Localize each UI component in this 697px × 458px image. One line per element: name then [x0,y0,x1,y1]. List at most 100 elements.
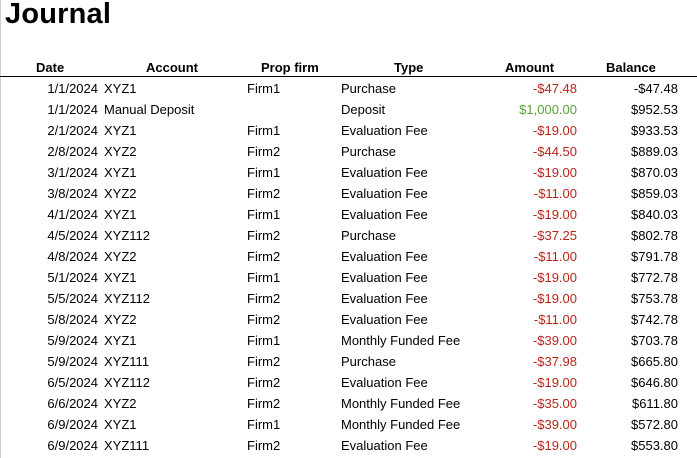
account-cell[interactable]: XYZ1 [104,270,137,285]
amount-cell[interactable]: -$39.00 [533,417,577,432]
table-row[interactable]: 4/5/2024 XYZ112 Firm2 Purchase -$37.25 $… [0,224,697,245]
amount-cell[interactable]: -$19.00 [533,207,577,222]
date-cell[interactable]: 1/1/2024 [47,81,98,96]
prop-firm-cell[interactable]: Firm1 [247,123,280,138]
amount-cell[interactable]: -$35.00 [533,396,577,411]
type-cell[interactable]: Monthly Funded Fee [341,333,460,348]
type-cell[interactable]: Evaluation Fee [341,249,428,264]
account-cell[interactable]: XYZ2 [104,312,137,327]
date-cell[interactable]: 5/9/2024 [47,354,98,369]
date-cell[interactable]: 6/6/2024 [47,396,98,411]
type-cell[interactable]: Evaluation Fee [341,270,428,285]
table-row[interactable]: 4/8/2024 XYZ2 Firm2 Evaluation Fee -$11.… [0,245,697,266]
date-cell[interactable]: 5/9/2024 [47,333,98,348]
account-cell[interactable]: XYZ1 [104,417,137,432]
prop-firm-cell[interactable]: Firm2 [247,375,280,390]
date-cell[interactable]: 2/1/2024 [47,123,98,138]
table-row[interactable]: 3/8/2024 XYZ2 Firm2 Evaluation Fee -$11.… [0,182,697,203]
date-cell[interactable]: 6/9/2024 [47,438,98,453]
type-cell[interactable]: Evaluation Fee [341,123,428,138]
amount-cell[interactable]: -$19.00 [533,270,577,285]
type-cell[interactable]: Evaluation Fee [341,375,428,390]
table-row[interactable]: 5/9/2024 XYZ111 Firm2 Purchase -$37.98 $… [0,350,697,371]
account-cell[interactable]: XYZ2 [104,396,137,411]
account-cell[interactable]: XYZ1 [104,207,137,222]
balance-cell[interactable]: $791.78 [631,249,678,264]
balance-cell[interactable]: $553.80 [631,438,678,453]
prop-firm-cell[interactable]: Firm1 [247,417,280,432]
prop-firm-cell[interactable]: Firm2 [247,249,280,264]
balance-cell[interactable]: $772.78 [631,270,678,285]
table-row[interactable]: 5/9/2024 XYZ1 Firm1 Monthly Funded Fee -… [0,329,697,350]
table-row[interactable]: 6/5/2024 XYZ112 Firm2 Evaluation Fee -$1… [0,371,697,392]
account-cell[interactable]: XYZ1 [104,81,137,96]
amount-cell[interactable]: -$19.00 [533,123,577,138]
date-cell[interactable]: 1/1/2024 [47,102,98,117]
table-row[interactable]: 2/8/2024 XYZ2 Firm2 Purchase -$44.50 $88… [0,140,697,161]
amount-cell[interactable]: -$19.00 [533,165,577,180]
balance-cell[interactable]: $952.53 [631,102,678,117]
type-cell[interactable]: Evaluation Fee [341,312,428,327]
amount-cell[interactable]: -$19.00 [533,291,577,306]
account-cell[interactable]: XYZ1 [104,123,137,138]
type-cell[interactable]: Purchase [341,144,396,159]
type-cell[interactable]: Monthly Funded Fee [341,417,460,432]
balance-cell[interactable]: $572.80 [631,417,678,432]
balance-cell[interactable]: $665.80 [631,354,678,369]
account-cell[interactable]: XYZ112 [104,291,150,306]
balance-cell[interactable]: -$47.48 [634,81,678,96]
account-cell[interactable]: XYZ111 [104,438,149,453]
type-cell[interactable]: Purchase [341,354,396,369]
prop-firm-cell[interactable]: Firm1 [247,333,280,348]
date-cell[interactable]: 3/8/2024 [47,186,98,201]
header-prop-firm[interactable]: Prop firm [261,60,319,75]
amount-cell[interactable]: -$19.00 [533,375,577,390]
date-cell[interactable]: 6/5/2024 [47,375,98,390]
account-cell[interactable]: XYZ2 [104,144,137,159]
account-cell[interactable]: XYZ112 [104,228,150,243]
prop-firm-cell[interactable]: Firm1 [247,270,280,285]
balance-cell[interactable]: $933.53 [631,123,678,138]
balance-cell[interactable]: $870.03 [631,165,678,180]
date-cell[interactable]: 5/5/2024 [47,291,98,306]
header-amount[interactable]: Amount [505,60,554,75]
date-cell[interactable]: 4/8/2024 [47,249,98,264]
account-cell[interactable]: Manual Deposit [104,102,194,117]
table-row[interactable]: 1/1/2024 XYZ1 Firm1 Purchase -$47.48 -$4… [0,77,697,98]
type-cell[interactable]: Purchase [341,81,396,96]
balance-cell[interactable]: $646.80 [631,375,678,390]
header-account[interactable]: Account [146,60,198,75]
date-cell[interactable]: 4/5/2024 [47,228,98,243]
table-row[interactable]: 2/1/2024 XYZ1 Firm1 Evaluation Fee -$19.… [0,119,697,140]
amount-cell[interactable]: -$11.00 [534,312,577,327]
balance-cell[interactable]: $889.03 [631,144,678,159]
balance-cell[interactable]: $703.78 [631,333,678,348]
type-cell[interactable]: Evaluation Fee [341,186,428,201]
balance-cell[interactable]: $753.78 [631,291,678,306]
table-row[interactable]: 5/5/2024 XYZ112 Firm2 Evaluation Fee -$1… [0,287,697,308]
type-cell[interactable]: Evaluation Fee [341,291,428,306]
type-cell[interactable]: Evaluation Fee [341,438,428,453]
amount-cell[interactable]: -$44.50 [533,144,577,159]
prop-firm-cell[interactable]: Firm2 [247,186,280,201]
prop-firm-cell[interactable]: Firm1 [247,207,280,222]
date-cell[interactable]: 3/1/2024 [47,165,98,180]
amount-cell[interactable]: -$11.00 [534,186,577,201]
table-row[interactable]: 6/9/2024 XYZ111 Firm2 Evaluation Fee -$1… [0,434,697,455]
amount-cell[interactable]: -$39.00 [533,333,577,348]
prop-firm-cell[interactable]: Firm2 [247,354,280,369]
prop-firm-cell[interactable]: Firm2 [247,144,280,159]
account-cell[interactable]: XYZ112 [104,375,150,390]
prop-firm-cell[interactable]: Firm2 [247,312,280,327]
amount-cell[interactable]: -$37.25 [533,228,577,243]
type-cell[interactable]: Evaluation Fee [341,165,428,180]
table-row[interactable]: 6/9/2024 XYZ1 Firm1 Monthly Funded Fee -… [0,413,697,434]
table-row[interactable]: 5/8/2024 XYZ2 Firm2 Evaluation Fee -$11.… [0,308,697,329]
amount-cell[interactable]: -$19.00 [533,438,577,453]
table-row[interactable]: 3/1/2024 XYZ1 Firm1 Evaluation Fee -$19.… [0,161,697,182]
table-row[interactable]: 4/1/2024 XYZ1 Firm1 Evaluation Fee -$19.… [0,203,697,224]
type-cell[interactable]: Evaluation Fee [341,207,428,222]
table-row[interactable]: 6/6/2024 XYZ2 Firm2 Monthly Funded Fee -… [0,392,697,413]
header-date[interactable]: Date [36,60,64,75]
date-cell[interactable]: 4/1/2024 [47,207,98,222]
